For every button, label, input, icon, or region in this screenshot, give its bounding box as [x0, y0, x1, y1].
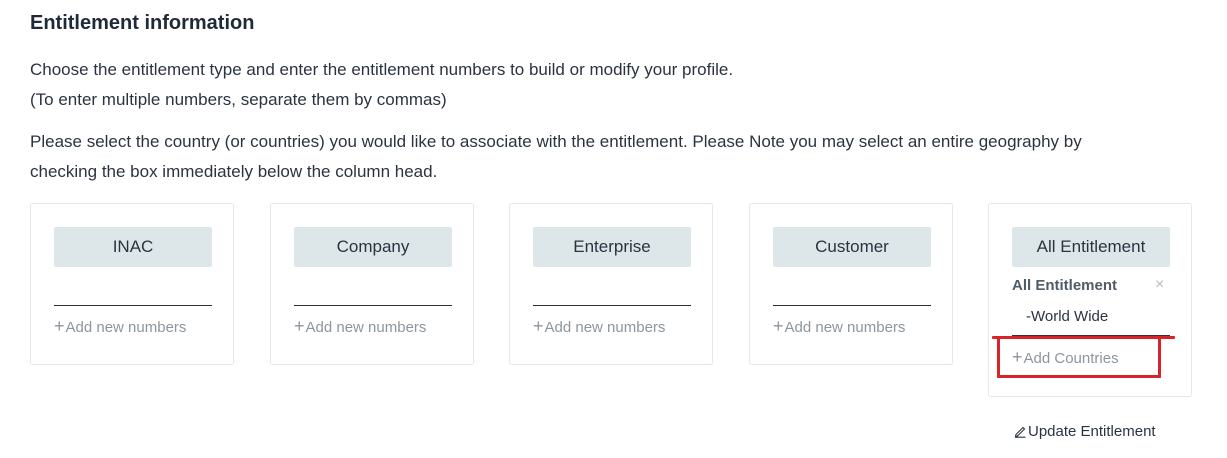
entitlement-type-button-inac[interactable]: INAC	[54, 227, 212, 267]
entitlement-type-button-company[interactable]: Company	[294, 227, 452, 267]
plus-icon: +	[294, 316, 305, 336]
selected-country: -World Wide	[1026, 308, 1109, 325]
entitlement-numbers-input-company[interactable]	[294, 278, 452, 306]
close-icon[interactable]: ×	[1155, 276, 1164, 294]
add-countries-link[interactable]: +Add Countries	[1012, 347, 1119, 368]
add-numbers-link-inac[interactable]: +Add new numbers	[54, 316, 186, 337]
country-instructions-line-2: checking the box immediately below the c…	[30, 161, 438, 181]
country-instructions-line-1: Please select the country (or countries)…	[30, 132, 1082, 151]
add-numbers-label: Add new numbers	[544, 319, 666, 336]
add-numbers-label: Add new numbers	[305, 319, 427, 336]
pencil-icon	[1013, 423, 1028, 440]
country-instructions: Please select the country (or countries)…	[30, 127, 1082, 186]
entitlement-card-enterprise: Enterprise +Add new numbers	[509, 203, 713, 365]
entitlement-card-customer: Customer +Add new numbers	[749, 203, 953, 365]
entitlement-numbers-input-enterprise[interactable]	[533, 278, 691, 306]
add-numbers-label: Add new numbers	[65, 319, 187, 336]
country-field-underline	[1012, 335, 1170, 337]
add-countries-label: Add Countries	[1023, 350, 1119, 367]
entitlement-numbers-input-customer[interactable]	[773, 278, 931, 306]
intro-line-1: Choose the entitlement type and enter th…	[30, 60, 734, 79]
intro-text: Choose the entitlement type and enter th…	[30, 55, 733, 114]
add-numbers-link-enterprise[interactable]: +Add new numbers	[533, 316, 665, 337]
entitlement-type-button-customer[interactable]: Customer	[773, 227, 931, 267]
entitlement-card-company: Company +Add new numbers	[270, 203, 474, 365]
section-title: Entitlement information	[30, 12, 255, 34]
entitlement-numbers-input-inac[interactable]	[54, 278, 212, 306]
selected-entitlement-label: All Entitlement	[1012, 277, 1118, 294]
entitlement-type-button-all[interactable]: All Entitlement	[1012, 227, 1170, 267]
entitlement-type-button-enterprise[interactable]: Enterprise	[533, 227, 691, 267]
add-numbers-label: Add new numbers	[784, 319, 906, 336]
plus-icon: +	[1012, 347, 1023, 367]
update-entitlement-link[interactable]: Update Entitlement	[1013, 423, 1156, 440]
plus-icon: +	[533, 316, 544, 336]
update-entitlement-label: Update Entitlement	[1028, 423, 1156, 440]
entitlement-card-all: All Entitlement All Entitlement × -World…	[988, 203, 1192, 397]
plus-icon: +	[54, 316, 65, 336]
intro-line-2: (To enter multiple numbers, separate the…	[30, 89, 447, 109]
plus-icon: +	[773, 316, 784, 336]
add-numbers-link-customer[interactable]: +Add new numbers	[773, 316, 905, 337]
entitlement-card-inac: INAC +Add new numbers	[30, 203, 234, 365]
add-numbers-link-company[interactable]: +Add new numbers	[294, 316, 426, 337]
